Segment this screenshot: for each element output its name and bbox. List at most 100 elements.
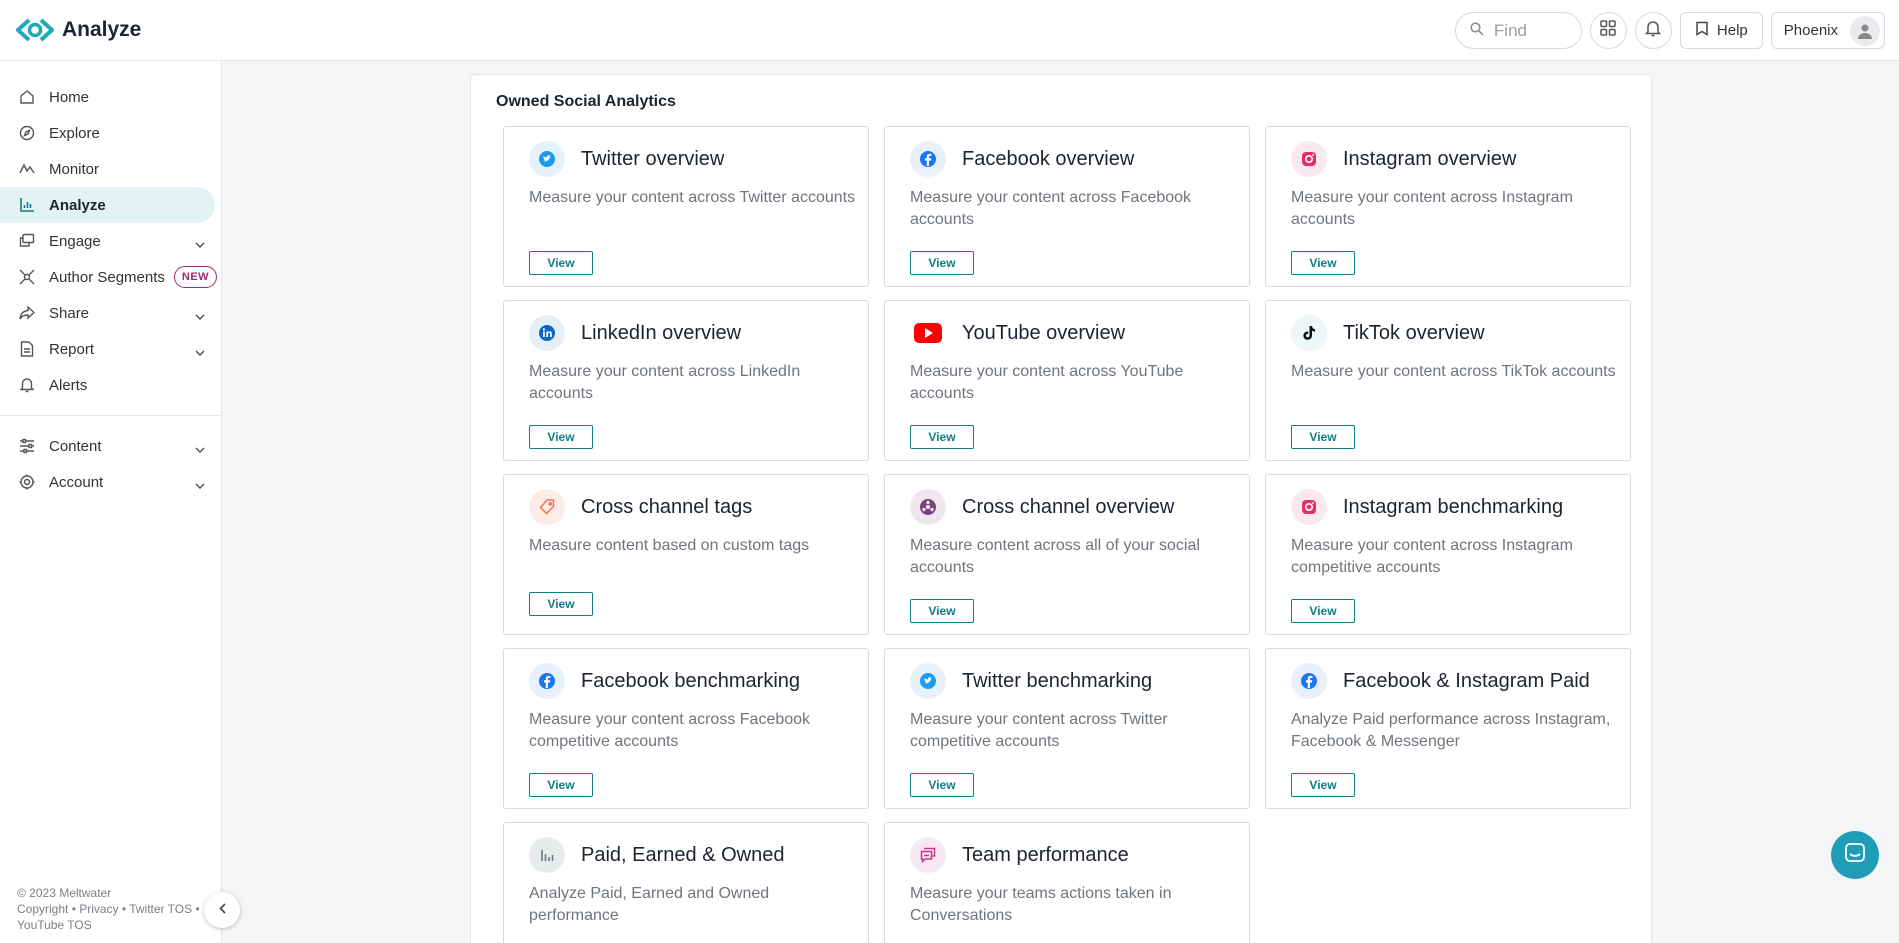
sidebar-item-label: Report (49, 340, 95, 358)
sidebar-item-explore[interactable]: Explore (0, 115, 221, 151)
card-title: Cross channel tags (581, 496, 753, 518)
sidebar-item-monitor[interactable]: Monitor (0, 151, 221, 187)
sidebar-item-label: Account (49, 473, 104, 491)
view-button[interactable]: View (1291, 251, 1355, 275)
sidebar-item-content[interactable]: Content (0, 428, 221, 464)
bar-chart-icon (529, 837, 565, 873)
view-button[interactable]: View (1291, 773, 1355, 797)
view-button[interactable]: View (1291, 425, 1355, 449)
sidebar-item-home[interactable]: Home (0, 79, 221, 115)
help-button[interactable]: Help (1679, 12, 1763, 49)
view-button[interactable]: View (529, 773, 593, 797)
apps-grid-button[interactable] (1589, 12, 1627, 49)
sidebar-item-label: Home (49, 88, 90, 106)
book-icon (1695, 21, 1709, 40)
card-facebook-overview: Facebook overview Measure your content a… (884, 126, 1250, 287)
chevron-down-icon (195, 235, 205, 252)
chevron-left-icon (218, 901, 226, 919)
card-title: Paid, Earned & Owned (581, 844, 785, 866)
notifications-button[interactable] (1634, 12, 1672, 49)
sidebar-item-alerts[interactable]: Alerts (0, 367, 221, 403)
bell-icon (1645, 20, 1662, 42)
sidebar-footer: © 2023 Meltwater Copyright • Privacy • T… (17, 885, 207, 933)
engage-icon (18, 232, 36, 250)
card-description: Measure your content across Instagram co… (1291, 537, 1573, 576)
sidebar-item-account[interactable]: Account (0, 464, 221, 500)
card-description: Measure content across all of your socia… (910, 537, 1200, 576)
sidebar-item-label: Explore (49, 124, 100, 142)
card-instagram-benchmarking: Instagram benchmarking Measure your cont… (1265, 474, 1631, 635)
card-team-performance: Team performance Measure your teams acti… (884, 822, 1250, 943)
view-button[interactable]: View (529, 425, 593, 449)
avatar (1850, 15, 1880, 46)
meltwater-logo-icon (16, 18, 54, 42)
facebook-icon (910, 141, 946, 177)
gear-icon (18, 473, 36, 491)
card-facebook-instagram-paid: Facebook & Instagram Paid Analyze Paid p… (1265, 648, 1631, 809)
sidebar-item-analyze[interactable]: Analyze (0, 187, 215, 223)
card-description: Measure your content across Facebook com… (529, 711, 811, 750)
footer-link-youtube-tos[interactable]: YouTube TOS (17, 917, 207, 933)
card-title: YouTube overview (962, 322, 1126, 344)
card-cross-channel-tags: Cross channel tags Measure content based… (503, 474, 869, 635)
sidebar-item-label: Engage (49, 232, 101, 250)
app-title: Analyze (62, 18, 142, 41)
card-description: Measure your content across Twitter comp… (910, 711, 1168, 750)
user-icon (1858, 24, 1872, 39)
top-bar: Analyze Find Help Phoenix (0, 0, 1899, 61)
user-menu-button[interactable]: Phoenix (1770, 12, 1885, 49)
view-button[interactable]: View (529, 251, 593, 275)
sidebar-nav: Home Explore Monitor Analyze Engage Auth… (0, 61, 221, 500)
twitter-icon (529, 141, 565, 177)
sidebar-item-label: Content (49, 437, 102, 455)
view-button[interactable]: View (910, 425, 974, 449)
card-description: Analyze Paid performance across Instagra… (1291, 711, 1611, 750)
card-tiktok-overview: TikTok overview Measure your content acr… (1265, 300, 1631, 461)
segments-icon (18, 268, 36, 286)
view-button[interactable]: View (1291, 599, 1355, 623)
sidebar-divider (0, 415, 221, 416)
view-button[interactable]: View (910, 773, 974, 797)
view-button[interactable]: View (910, 251, 974, 275)
card-paid-earned-owned: Paid, Earned & Owned Analyze Paid, Earne… (503, 822, 869, 943)
linkedin-icon (529, 315, 565, 351)
card-title: Instagram overview (1343, 148, 1517, 170)
sidebar-item-label: Share (49, 304, 90, 322)
collapse-sidebar-button[interactable] (204, 892, 240, 928)
tag-icon (529, 489, 565, 525)
card-description: Measure your content across Facebook acc… (910, 189, 1192, 228)
share-icon (18, 304, 36, 322)
sidebar-item-engage[interactable]: Engage (0, 223, 221, 259)
sidebar-item-label: Monitor (49, 160, 100, 178)
monitor-icon (18, 160, 36, 178)
card-description: Measure your content across YouTube acco… (910, 363, 1184, 402)
cross-channel-icon (910, 489, 946, 525)
view-button[interactable]: View (910, 599, 974, 623)
card-description: Analyze Paid, Earned and Owned performan… (529, 885, 770, 924)
chat-icon (1844, 842, 1866, 869)
bell-icon (18, 376, 36, 394)
app-logo[interactable]: Analyze (16, 18, 141, 42)
copyright-text: © 2023 Meltwater (17, 886, 112, 900)
card-description: Measure your teams actions taken in Conv… (910, 885, 1172, 924)
home-icon (18, 88, 36, 106)
footer-links[interactable]: Copyright • Privacy • Twitter TOS • (17, 901, 207, 917)
help-label: Help (1716, 22, 1748, 39)
card-description: Measure your content across LinkedIn acc… (529, 363, 801, 402)
sidebar-item-share[interactable]: Share (0, 295, 221, 331)
search-placeholder: Find (1493, 20, 1527, 40)
search-icon (1470, 21, 1484, 41)
card-title: Twitter overview (581, 148, 725, 170)
card-description: Measure your content across Instagram ac… (1291, 189, 1573, 228)
card-cross-channel-overview: Cross channel overview Measure content a… (884, 474, 1250, 635)
view-button[interactable]: View (529, 592, 593, 616)
sidebar-item-report[interactable]: Report (0, 331, 221, 367)
chat-launcher-button[interactable] (1831, 831, 1879, 879)
card-description: Measure your content across TikTok accou… (1291, 363, 1616, 380)
sidebar-item-author-segments[interactable]: Author Segments NEW (0, 259, 221, 295)
search-input[interactable]: Find (1454, 12, 1582, 49)
chevron-down-icon (195, 307, 205, 324)
sidebar-item-label: Analyze (49, 196, 106, 214)
sliders-icon (18, 437, 36, 455)
instagram-icon (1291, 489, 1327, 525)
